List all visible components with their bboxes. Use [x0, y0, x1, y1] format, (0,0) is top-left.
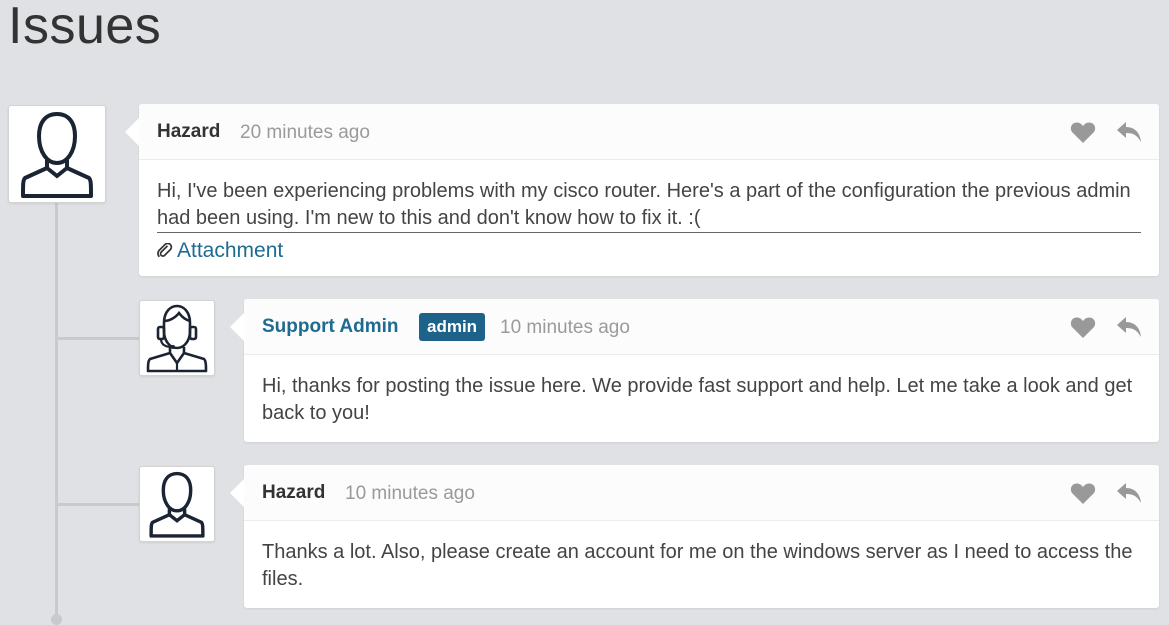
reply-button[interactable]: [1115, 481, 1143, 505]
comment-text: Hi, thanks for posting the issue here. W…: [262, 375, 1133, 424]
comment-time: 10 minutes ago: [345, 483, 475, 504]
like-button[interactable]: [1069, 481, 1097, 505]
comment-header: Support Admin admin 10 minutes ago: [244, 299, 1159, 355]
comment-body: Thanks a lot. Also, please create an acc…: [244, 521, 1159, 593]
user-icon: [149, 471, 205, 538]
attachment-link[interactable]: Attachment: [177, 237, 283, 264]
user-icon: [21, 111, 93, 198]
timeline-branch: [58, 503, 140, 506]
comment-text: Hi, I've been experiencing problems with…: [157, 178, 1141, 233]
reply-icon: [1117, 317, 1141, 337]
reply-button[interactable]: [1115, 120, 1143, 144]
comment-text: Thanks a lot. Also, please create an acc…: [262, 541, 1133, 590]
comment-card: Support Admin admin 10 minutes ago Hi, t…: [230, 299, 1159, 442]
comment-author[interactable]: Hazard: [262, 482, 325, 504]
heart-icon: [1070, 482, 1096, 504]
paperclip-icon: [157, 242, 173, 257]
comment-header: Hazard 20 minutes ago: [139, 104, 1159, 160]
heart-icon: [1070, 121, 1096, 143]
avatar[interactable]: [139, 466, 215, 542]
timeline-dot: [51, 614, 62, 625]
comment-author[interactable]: Support Admin: [262, 316, 399, 338]
support-agent-icon: [146, 304, 208, 373]
timeline-line: [55, 200, 58, 621]
comment-actions: [1069, 315, 1143, 339]
comment-actions: [1069, 481, 1143, 505]
attachment-row: Attachment: [157, 237, 1141, 264]
page-title: Issues: [8, 0, 162, 55]
avatar[interactable]: [139, 300, 215, 376]
comment-time: 20 minutes ago: [240, 122, 370, 143]
comment-header: Hazard 10 minutes ago: [244, 465, 1159, 521]
heart-icon: [1070, 316, 1096, 338]
comment-author[interactable]: Hazard: [157, 121, 220, 143]
comment-card: Hazard 20 minutes ago Hi, I've been expe…: [125, 104, 1159, 276]
reply-icon: [1117, 122, 1141, 142]
comment-body: Hi, I've been experiencing problems with…: [139, 160, 1159, 264]
reply-icon: [1117, 483, 1141, 503]
reply-button[interactable]: [1115, 315, 1143, 339]
comment-time: 10 minutes ago: [500, 317, 630, 338]
like-button[interactable]: [1069, 315, 1097, 339]
like-button[interactable]: [1069, 120, 1097, 144]
avatar[interactable]: [8, 105, 106, 203]
admin-badge: admin: [419, 313, 486, 341]
comment-actions: [1069, 120, 1143, 144]
comment-body: Hi, thanks for posting the issue here. W…: [244, 355, 1159, 427]
comment-card: Hazard 10 minutes ago Thanks a lot. Also…: [230, 465, 1159, 608]
timeline-branch: [58, 337, 140, 340]
